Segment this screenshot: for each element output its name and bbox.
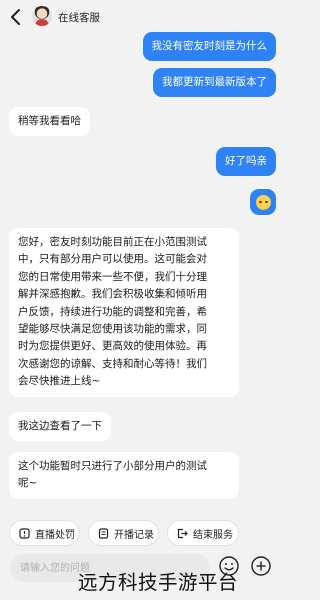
user-message[interactable]: 好了吗亲 — [216, 147, 276, 177]
chat-title: 在线客服 — [58, 12, 100, 24]
quick-actions-bar: 直播处罚 开播记录 结束服务 — [0, 520, 285, 546]
agent-message[interactable]: 稍等我看看哈 — [9, 107, 90, 137]
message-line: 这个功能暂时只进行了小部分用户的测试 — [18, 460, 207, 472]
message-line: 中，只有部分用户可以使用。这可能会对 — [18, 253, 207, 266]
message-line: 次感谢您的谅解、支持和耐心等待！我们 — [18, 357, 207, 370]
back-arrow-icon[interactable] — [8, 7, 24, 27]
watermark-text: 远方科技手游平台 — [78, 571, 239, 594]
quick-action-penalty-button[interactable]: 直播处罚 — [9, 520, 80, 546]
message-line: 会尽快推进上线~ — [18, 375, 101, 388]
plus-icon[interactable] — [250, 555, 272, 577]
agent-message[interactable]: 这个功能暂时只进行了小部分用户的测试 呢~ — [9, 452, 239, 499]
agent-message[interactable]: 您好，密友时刻功能目前正在小范围测试 中，只有部分用户可以使用。这可能会对 您的… — [9, 228, 239, 397]
user-emoji-message[interactable] — [250, 189, 276, 215]
message-line: 您好，密友时刻功能目前正在小范围测试 — [18, 236, 207, 248]
quick-action-label: 直播处罚 — [35, 529, 75, 541]
agent-message[interactable]: 我这边查看了一下 — [9, 412, 111, 442]
quick-action-label: 开播记录 — [114, 529, 154, 541]
message-line: 呢~ — [18, 477, 38, 490]
quick-action-label: 结束服务 — [193, 529, 233, 541]
chat-header: 在线客服 — [0, 0, 285, 34]
message-line: 户反馈，持续进行功能的调整和完善，希 — [18, 305, 207, 318]
message-line: 您的日常使用带来一些不便，我们十分理 — [18, 270, 207, 283]
grimacing-face-icon — [255, 194, 271, 210]
quick-action-record-button[interactable]: 开播记录 — [88, 520, 159, 546]
quick-action-end-service-button[interactable]: 结束服务 — [167, 520, 239, 546]
agent-avatar[interactable] — [32, 6, 52, 26]
exit-icon — [177, 528, 188, 538]
message-line: 解并深感抱歉。我们会积极收集和倾听用 — [18, 288, 207, 301]
user-message[interactable]: 我没有密友时刻是为什么 — [142, 32, 276, 62]
message-line: 望能够尽快满足您使用该功能的需求，同 — [18, 323, 207, 336]
record-icon — [98, 527, 109, 539]
report-icon — [19, 527, 30, 539]
user-message[interactable]: 我都更新到最新版本了 — [153, 68, 276, 98]
message-line: 时为您提供更好、更高效的使用体验。再 — [18, 340, 207, 353]
